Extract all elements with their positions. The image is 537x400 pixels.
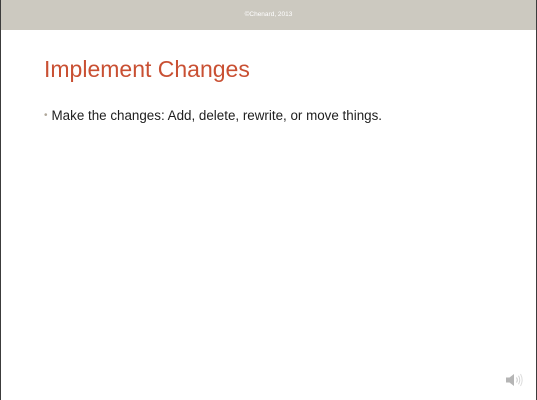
slide: ©Chenard, 2013 Implement Changes • Make …: [0, 0, 537, 400]
speaker-icon[interactable]: [505, 372, 523, 388]
bullet-list: • Make the changes: Add, delete, rewrite…: [44, 108, 382, 123]
bullet-marker: •: [44, 109, 48, 121]
slide-title: Implement Changes: [44, 56, 250, 82]
copyright-text: ©Chenard, 2013: [244, 11, 293, 18]
bullet-text: Make the changes: Add, delete, rewrite, …: [51, 108, 382, 123]
bullet-item: • Make the changes: Add, delete, rewrite…: [44, 108, 382, 123]
